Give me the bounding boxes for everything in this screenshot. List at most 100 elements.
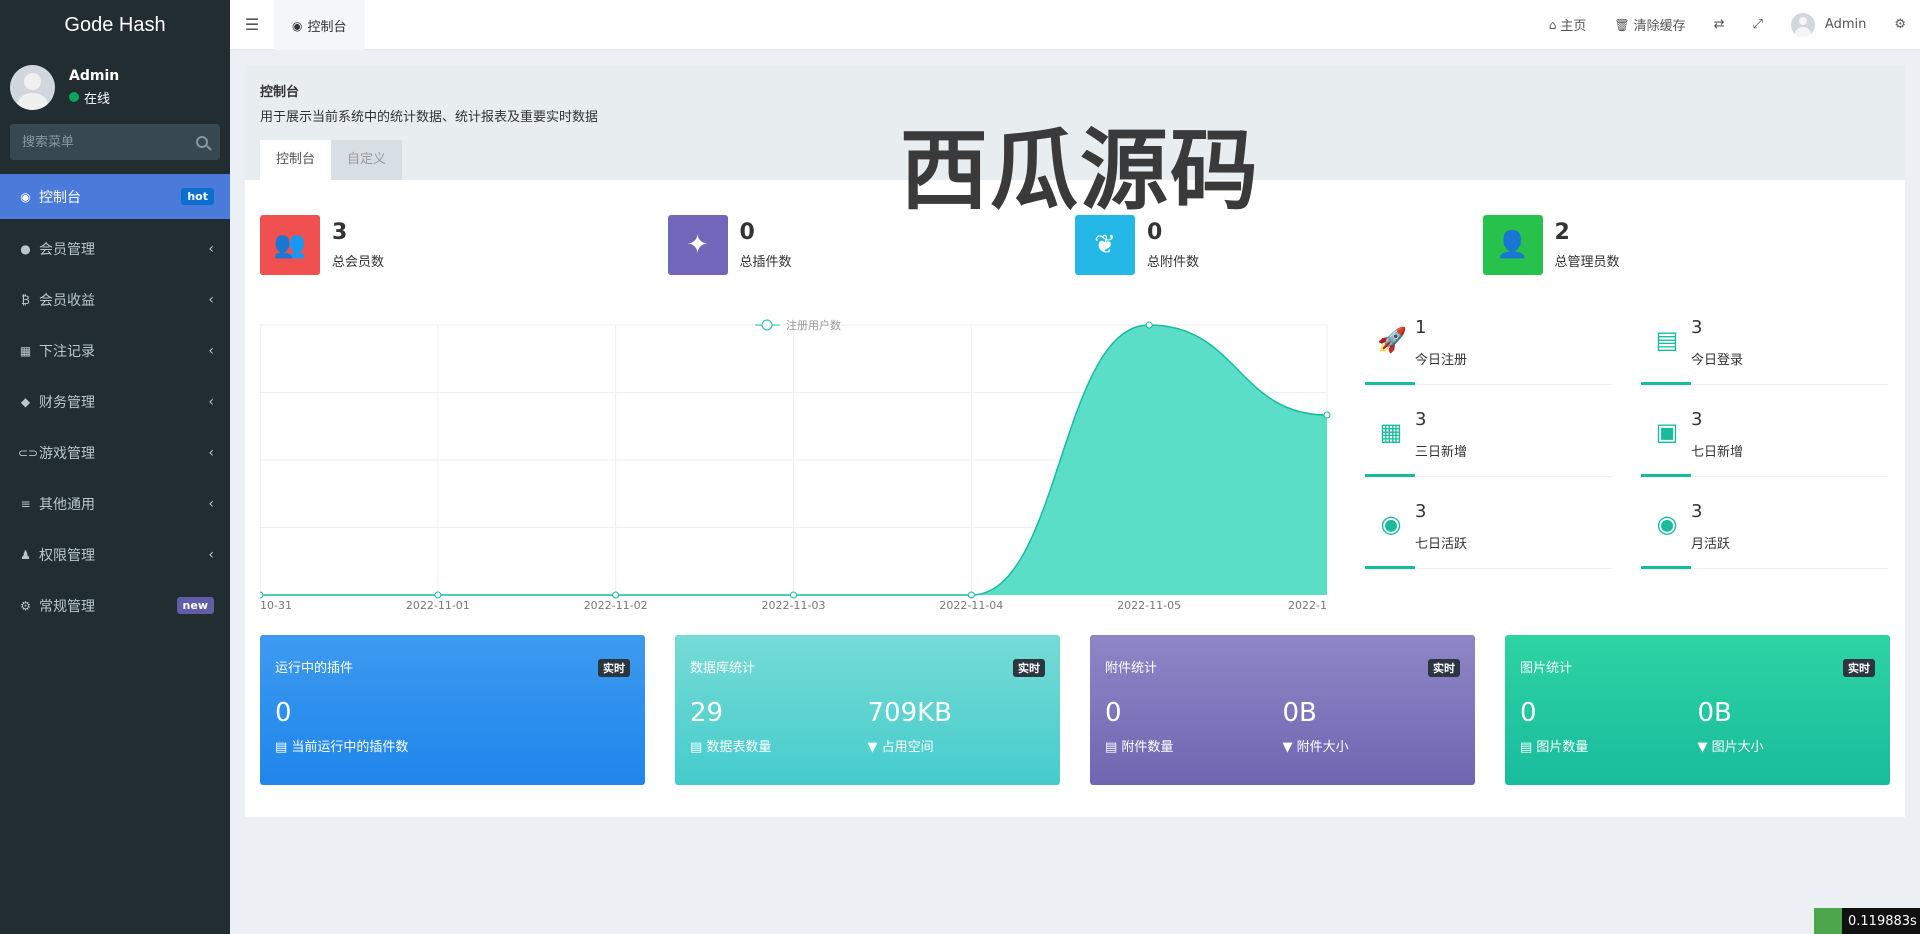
sidebar-item-7[interactable]: ♟ 权限管理 ‹ [0,529,230,580]
data-point[interactable] [434,591,442,599]
data-point[interactable] [790,591,797,599]
stat-label: 总附件数 [1147,255,1200,270]
sidebar-item-5[interactable]: ⊂⊃ 游戏管理 ‹ [0,427,230,478]
card-sub-icon: ▤ [1520,740,1537,755]
admin-label: Admin [1824,17,1867,32]
sidebar-item-label: 财务管理 [39,394,95,411]
mini-stat-label: 月活跃 [1691,537,1731,552]
card-sub-label: 图片数量 [1536,740,1589,755]
card-title: 图片统计 [1520,661,1573,676]
card-sub-icon: ▤ [1105,740,1122,755]
mini-stat-label: 七日新增 [1691,445,1744,460]
mini-stat-value: 3 [1691,409,1703,430]
home-label: 主页 [1560,19,1587,34]
x-tick-label: 2022-11-01 [406,599,470,612]
tab-console[interactable]: 控制台 [260,140,332,180]
sidebar-item-1[interactable]: ● 会员管理 ‹ [0,223,230,274]
stat-value: 3 [332,220,348,245]
x-tick-label: 2022-11-04 [939,599,1003,612]
data-point[interactable] [1323,411,1331,419]
sidebar-item-4[interactable]: ◆ 财务管理 ‹ [0,376,230,427]
stat-label: 总管理员数 [1554,255,1620,270]
mini-stat-underline [1365,474,1415,477]
mini-stat-value: 3 [1691,317,1703,338]
card-sub-label: 占用空间 [881,740,934,755]
search-icon[interactable] [196,136,208,148]
users-icon: ♟ [20,547,31,562]
sidebar-menu: ◉ 控制台 hot ● 会员管理 ‹ ₿ 会员收益 ‹ ▦ 下注记录 ‹ ◆ 财务管理 ‹ ⊂⊃ 游戏管理 ‹ ≡ 其… [0,174,230,631]
card-value: 0B [1697,698,1732,728]
mini-stat: ▣ 3 七日新增 [1641,407,1888,477]
sidebar-item-label: 会员管理 [39,241,95,258]
dashboard-icon: ◉ [292,18,303,33]
chevron-left-icon: ‹ [208,342,214,359]
legend-marker [761,319,773,331]
menu-toggle-icon[interactable]: ☰ [230,0,274,50]
chart-legend[interactable]: 注册用户数 [755,318,841,332]
chevron-left-icon: ‹ [208,393,214,410]
mini-stat: ▤ 3 今日登录 [1641,315,1888,385]
search-input[interactable] [22,134,182,150]
rocket-icon: 🚀 [1377,326,1407,354]
card-sub-label: 数据表数量 [706,740,772,755]
chevron-left-icon: ‹ [208,291,214,308]
card-sub-label: 图片大小 [1711,740,1764,755]
debug-timer: 0.119883s [1814,908,1920,934]
sidebar-item-8[interactable]: ⚙ 常规管理 new [0,580,230,631]
data-point[interactable] [967,591,975,599]
mini-stat-value: 3 [1415,409,1427,430]
mini-stat-underline [1641,382,1691,385]
clear-cache-button[interactable]: 🗑 清除缓存 [1600,15,1699,35]
user-status-text: 在线 [84,91,111,107]
mini-stat-label: 今日注册 [1415,353,1468,368]
mini-stat: ▦ 3 三日新增 [1365,407,1612,477]
stat-card: 👥 3 总会员数 [260,215,668,275]
user-circle-icon: ● [20,241,31,256]
settings-cogs-icon[interactable]: ⚙ [1880,17,1920,32]
data-point[interactable] [260,591,264,599]
bitcoin-icon: ₿ [21,292,30,307]
info-cards: 运行中的插件 实时 0 ▤ 当前运行中的插件数 数据库统计 实时 29 ▤ 数据表数量 709K… [260,635,1890,785]
x-tick-label: 2022-1 [1288,599,1327,612]
data-point[interactable] [612,591,620,599]
x-tick-label: 2022-11-03 [762,599,826,612]
admin-menu[interactable]: Admin [1777,12,1880,37]
clear-cache-label: 清除缓存 [1633,19,1686,34]
sidebar-item-6[interactable]: ≡ 其他通用 ‹ [0,478,230,529]
home-icon: ⌂ [1548,17,1557,32]
calendar-icon: ▦ [1379,418,1403,446]
magic-icon: ✦ [667,215,728,275]
sidebar-item-0[interactable]: ◉ 控制台 hot [0,174,230,219]
realtime-badge: 实时 [1013,659,1045,677]
home-link[interactable]: ⌂ 主页 [1535,15,1601,35]
user-circle-icon: ◉ [1656,510,1678,538]
fullscreen-icon[interactable]: ⤢ [1739,17,1777,32]
chevron-left-icon: ‹ [208,495,214,512]
sidebar-item-3[interactable]: ▦ 下注记录 ‹ [0,325,230,376]
avatar [10,64,55,110]
app-logo[interactable]: Gode Hash [0,0,230,50]
tab-dashboard[interactable]: ◉ 控制台 [274,0,365,50]
sidebar-item-label: 会员收益 [39,292,95,309]
card-sub-icon: ▼ [1282,740,1297,755]
tab-custom[interactable]: 自定义 [331,140,403,180]
menu-badge: new [176,597,214,614]
card-value: 29 [690,698,724,728]
sidebar-item-2[interactable]: ₿ 会员收益 ‹ [0,274,230,325]
watermark-text: 西瓜源码 [900,119,1261,222]
sidebar-item-label: 权限管理 [39,547,95,564]
calendar-icon: ▦ [19,343,32,358]
stat-card: 👤 2 总管理员数 [1482,215,1891,275]
info-card: 附件统计 实时 0 ▤ 附件数量 0B ▼ 附件大小 [1090,635,1475,785]
card-value: 0 [1520,698,1537,728]
legend-label: 注册用户数 [786,318,841,332]
mini-stat-value: 3 [1691,501,1703,522]
language-icon[interactable]: ⇄ [1700,17,1739,32]
chevron-left-icon: ‹ [208,444,214,461]
data-point[interactable] [1145,321,1153,329]
mini-stat: ◉ 3 月活跃 [1641,499,1888,569]
card-value: 0B [1282,698,1317,728]
sidebar-item-label: 其他通用 [39,496,95,513]
card-sub-label: 当前运行中的插件数 [291,740,409,755]
card-sub-icon: ▤ [275,740,292,755]
